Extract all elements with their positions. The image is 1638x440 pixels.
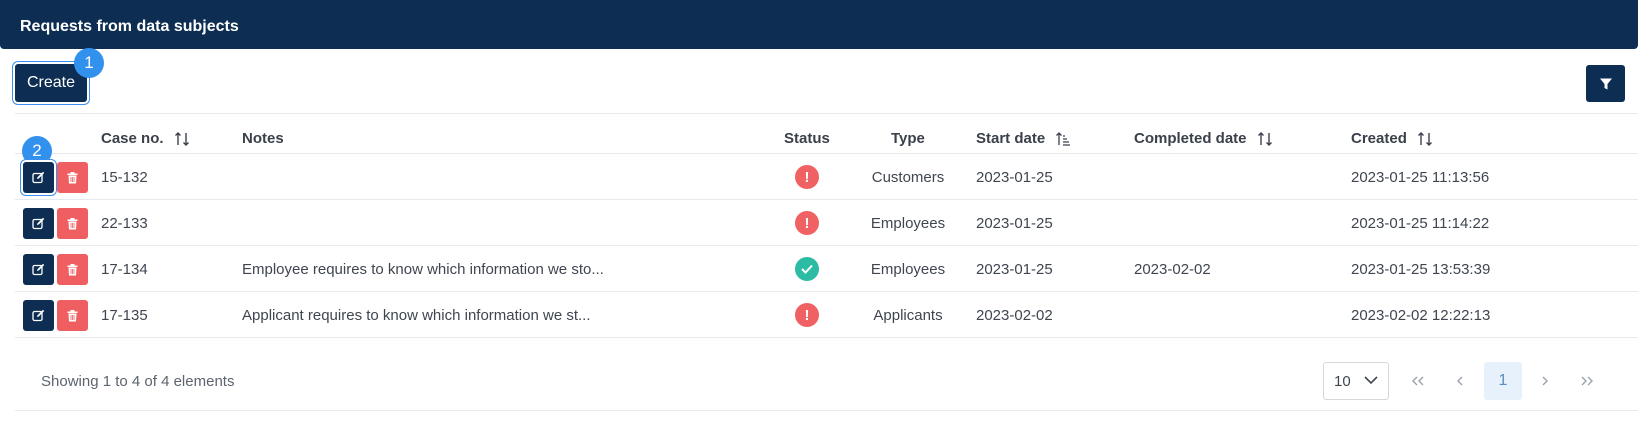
edit-icon [32, 309, 45, 322]
divider [15, 291, 1638, 292]
chevrons-left-icon [1412, 376, 1424, 386]
column-header-type: Type [891, 130, 925, 147]
next-page-button[interactable] [1526, 362, 1564, 400]
delete-button[interactable] [57, 162, 88, 193]
chevron-left-icon [1457, 376, 1463, 386]
status-pending-icon: ! [795, 165, 819, 189]
trash-icon [67, 263, 78, 275]
created-cell: 2023-01-25 11:14:22 [1351, 215, 1490, 232]
column-label: Completed date [1134, 130, 1247, 147]
page-header: Requests from data subjects [0, 0, 1638, 49]
edit-button[interactable] [23, 208, 54, 239]
case-number: 15-132 [101, 169, 148, 186]
delete-button[interactable] [57, 208, 88, 239]
case-number: 17-134 [101, 261, 148, 278]
created-cell: 2023-01-25 11:13:56 [1351, 169, 1490, 186]
case-number: 22-133 [101, 215, 148, 232]
filter-button[interactable] [1586, 65, 1625, 102]
type-cell: Employees [870, 261, 946, 278]
column-header-notes: Notes [242, 130, 284, 147]
notes-cell: Applicant requires to know which informa… [242, 307, 591, 324]
edit-icon [32, 263, 45, 276]
edit-button[interactable] [23, 162, 54, 193]
trash-icon [67, 171, 78, 183]
column-header-start-date[interactable]: Start date [976, 130, 1071, 147]
delete-button[interactable] [57, 300, 88, 331]
step-badge-1: 1 [74, 48, 104, 78]
start-date-cell: 2023-02-02 [976, 307, 1053, 324]
case-number: 17-135 [101, 307, 148, 324]
type-cell: Employees [870, 215, 946, 232]
chevrons-right-icon [1581, 376, 1593, 386]
filter-icon [1599, 78, 1612, 89]
column-header-status: Status [784, 130, 830, 147]
page-size-value: 10 [1334, 372, 1351, 390]
start-date-cell: 2023-01-25 [976, 169, 1053, 186]
page-button-1[interactable]: 1 [1484, 362, 1522, 400]
type-cell: Customers [871, 169, 945, 186]
column-header-created[interactable]: Created [1351, 130, 1433, 147]
delete-button[interactable] [57, 254, 88, 285]
type-cell: Applicants [873, 307, 943, 324]
status-pending-icon: ! [795, 211, 819, 235]
status-pending-icon: ! [795, 303, 819, 327]
sort-ascending-icon[interactable] [1055, 131, 1071, 147]
first-page-button[interactable] [1399, 362, 1437, 400]
status-completed-icon [795, 257, 819, 281]
created-cell: 2023-02-02 12:22:13 [1351, 307, 1491, 324]
previous-page-button[interactable] [1441, 362, 1479, 400]
notes-cell: Employee requires to know which informat… [242, 261, 604, 278]
edit-button[interactable] [23, 254, 54, 285]
column-label: Created [1351, 130, 1407, 147]
trash-icon [67, 309, 78, 321]
sort-icon[interactable] [174, 131, 190, 147]
divider [15, 199, 1638, 200]
chevron-down-icon [1364, 376, 1378, 385]
column-header-case-no[interactable]: Case no. [101, 130, 190, 147]
chevron-right-icon [1542, 376, 1548, 386]
pagination-summary: Showing 1 to 4 of 4 elements [41, 373, 235, 390]
divider [15, 153, 1638, 154]
divider [15, 245, 1638, 246]
sort-icon[interactable] [1257, 131, 1273, 147]
created-cell: 2023-01-25 13:53:39 [1351, 261, 1491, 278]
divider [15, 410, 1638, 411]
divider [15, 113, 1638, 114]
start-date-cell: 2023-01-25 [976, 215, 1053, 232]
edit-icon [32, 171, 45, 184]
page-size-select[interactable]: 10 [1323, 362, 1389, 400]
column-header-completed-date[interactable]: Completed date [1134, 130, 1273, 147]
column-label: Case no. [101, 130, 164, 147]
sort-icon[interactable] [1417, 131, 1433, 147]
page-title: Requests from data subjects [20, 18, 239, 35]
column-label: Start date [976, 130, 1046, 147]
edit-button[interactable] [23, 300, 54, 331]
edit-icon [32, 217, 45, 230]
last-page-button[interactable] [1568, 362, 1606, 400]
divider [15, 337, 1638, 338]
start-date-cell: 2023-01-25 [976, 261, 1053, 278]
completed-date-cell: 2023-02-02 [1134, 261, 1211, 278]
trash-icon [67, 217, 78, 229]
